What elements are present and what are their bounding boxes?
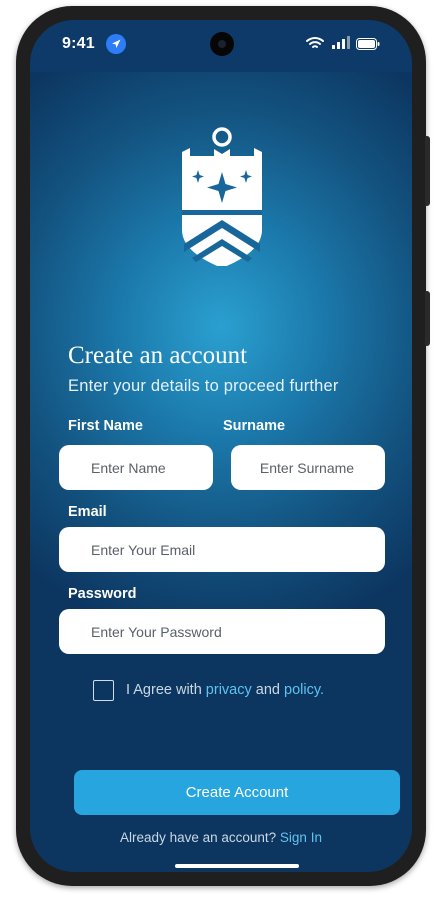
email-input[interactable] <box>59 527 385 572</box>
surname-label: Surname <box>223 418 286 434</box>
phone-frame: 9:41 Create an account Enter your detail… <box>16 6 430 886</box>
cellular-signal-icon <box>332 36 350 54</box>
battery-icon <box>356 37 380 55</box>
front-camera <box>210 32 234 56</box>
status-time: 9:41 <box>62 35 95 52</box>
signin-prompt: Already have an account? <box>120 830 277 845</box>
email-label: Email <box>68 504 107 520</box>
agree-checkbox[interactable] <box>93 680 114 701</box>
surname-input[interactable] <box>231 445 385 490</box>
first-name-label: First Name <box>68 418 143 434</box>
privacy-link[interactable]: privacy <box>206 682 252 698</box>
home-indicator[interactable] <box>175 864 299 868</box>
password-input[interactable] <box>59 609 385 654</box>
create-account-button[interactable]: Create Account <box>74 770 400 815</box>
agreement-and: and <box>255 682 280 698</box>
signin-row: Already have an account? Sign In <box>30 830 412 845</box>
agreement-prefix: I Agree with <box>126 682 202 698</box>
page-title: Create an account <box>68 342 248 369</box>
agreement-text: I Agree with privacy and policy. <box>126 682 324 698</box>
policy-link[interactable]: policy. <box>284 682 324 698</box>
wifi-icon <box>306 36 324 55</box>
location-arrow-icon <box>106 34 126 54</box>
page-subtitle: Enter your details to proceed further <box>68 377 339 395</box>
status-bar: 9:41 <box>30 20 412 72</box>
volume-button <box>425 136 430 206</box>
power-button <box>425 291 430 346</box>
sign-in-link[interactable]: Sign In <box>280 830 322 845</box>
password-label: Password <box>68 586 137 602</box>
app-screen: 9:41 Create an account Enter your detail… <box>30 20 412 872</box>
shield-crest-icon <box>180 126 264 271</box>
first-name-input[interactable] <box>59 445 213 490</box>
